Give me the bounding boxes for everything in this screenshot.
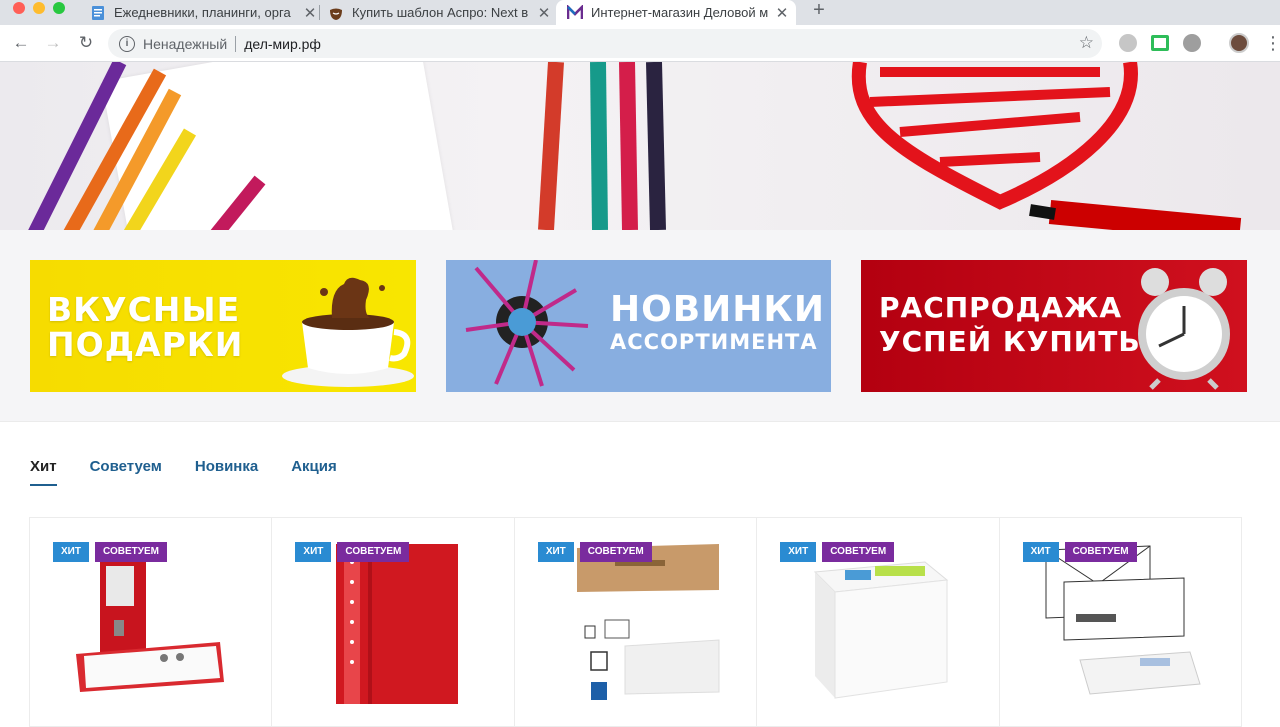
badge-group: хит советуем: [53, 542, 167, 562]
info-icon[interactable]: i: [119, 35, 135, 52]
product-image[interactable]: [555, 542, 725, 712]
reload-button[interactable]: ↻: [74, 31, 98, 55]
promo-banner-gifts[interactable]: Вкусные подарки: [30, 260, 416, 392]
hit-badge: хит: [1022, 542, 1059, 562]
product-card[interactable]: хит советуем: [272, 518, 515, 726]
forward-button[interactable]: →: [41, 31, 65, 55]
new-tab-button[interactable]: +: [809, 0, 829, 25]
doc-icon: [92, 5, 104, 20]
product-card[interactable]: хит советуем: [757, 518, 1000, 726]
promo-title: Новинки: [610, 289, 825, 330]
globe-icon[interactable]: [1183, 34, 1201, 52]
product-card[interactable]: хит советуем: [30, 518, 273, 726]
hit-badge: хит: [295, 542, 332, 562]
close-tab-icon[interactable]: ✕: [536, 4, 552, 22]
extension-icon[interactable]: [1119, 34, 1137, 52]
badge-group: хит советуем: [780, 542, 895, 562]
tab-new[interactable]: Новинка: [195, 458, 258, 486]
recommend-badge: советуем: [337, 542, 410, 562]
coffee-cup-image: [282, 277, 414, 387]
browser-tab-strip: Ежедневники, планинги, орга ✕ Купить шаб…: [0, 0, 1280, 25]
browser-tab-1[interactable]: Ежедневники, планинги, орга ✕: [90, 0, 318, 25]
promo-title: Вкусные подарки: [47, 290, 244, 364]
promo-banner-sale[interactable]: Распродажа успей купить!: [861, 260, 1247, 392]
hit-badge: хит: [780, 542, 817, 562]
browser-menu-icon[interactable]: ⋮: [1264, 31, 1280, 55]
recommend-badge: советуем: [1064, 542, 1137, 562]
m-logo-icon: [567, 4, 583, 19]
recommend-badge: советуем: [579, 542, 652, 562]
close-window-button[interactable]: [13, 2, 25, 14]
promo-subtitle: ассортимента: [610, 330, 818, 354]
recommend-badge: советуем: [94, 542, 167, 562]
minimize-window-button[interactable]: [33, 2, 45, 14]
beard-icon: [330, 8, 342, 20]
hero-slider[interactable]: [0, 62, 1280, 230]
product-image[interactable]: [1040, 544, 1210, 704]
pencils-image: [28, 62, 1242, 230]
maximize-window-button[interactable]: [53, 2, 65, 14]
product-image[interactable]: [805, 552, 955, 702]
badge-group: хит советуем: [1022, 542, 1137, 562]
pencil-cup-image: [465, 260, 589, 387]
browser-toolbar: ← → ↻ i Ненадежный дел-мир.рф ☆: [0, 25, 1280, 62]
hit-badge: хит: [537, 542, 574, 562]
badge-group: хит советуем: [295, 542, 410, 562]
product-grid: хит советуем хит советуем: [29, 517, 1242, 727]
url-text[interactable]: дел-мир.рф: [244, 36, 321, 52]
close-tab-icon[interactable]: ✕: [302, 4, 318, 22]
tab-separator: [319, 5, 320, 20]
tab-hit[interactable]: Хит: [30, 458, 57, 486]
browser-tab-2[interactable]: Купить шаблон Аспро: Next в ✕: [328, 0, 552, 25]
recommend-badge: советуем: [822, 542, 895, 562]
tab-sale[interactable]: Акция: [291, 458, 337, 486]
browser-tab-3[interactable]: Интернет-магазин Деловой м ✕: [556, 0, 796, 25]
product-card[interactable]: хит советуем: [1000, 518, 1241, 726]
badge-group: хит советуем: [537, 542, 652, 562]
promo-title: Распродажа успей купить!: [879, 291, 1155, 358]
product-tabs: Хит Советуем Новинка Акция: [30, 458, 337, 486]
tab-title: Купить шаблон Аспро: Next в: [352, 5, 529, 20]
tab-recommend[interactable]: Советуем: [90, 458, 162, 486]
tab-title: Ежедневники, планинги, орга: [114, 5, 291, 20]
bookmark-star-icon[interactable]: ☆: [1079, 33, 1094, 53]
product-image[interactable]: [330, 542, 460, 712]
address-bar[interactable]: i Ненадежный дел-мир.рф ☆: [108, 29, 1102, 58]
tab-title: Интернет-магазин Деловой м: [591, 5, 768, 20]
security-label: Ненадежный: [143, 35, 228, 52]
omnibox-divider: [235, 35, 237, 52]
promo-banner-new[interactable]: Новинки ассортимента: [446, 260, 831, 392]
alarm-clock-image: [1138, 268, 1230, 390]
product-image[interactable]: [70, 542, 230, 712]
hit-badge: хит: [53, 542, 89, 562]
extension-icon[interactable]: [1151, 35, 1169, 51]
back-button[interactable]: ←: [9, 31, 33, 55]
profile-avatar[interactable]: [1229, 33, 1249, 53]
close-tab-icon[interactable]: ✕: [774, 4, 790, 22]
product-card[interactable]: хит советуем: [515, 518, 758, 726]
